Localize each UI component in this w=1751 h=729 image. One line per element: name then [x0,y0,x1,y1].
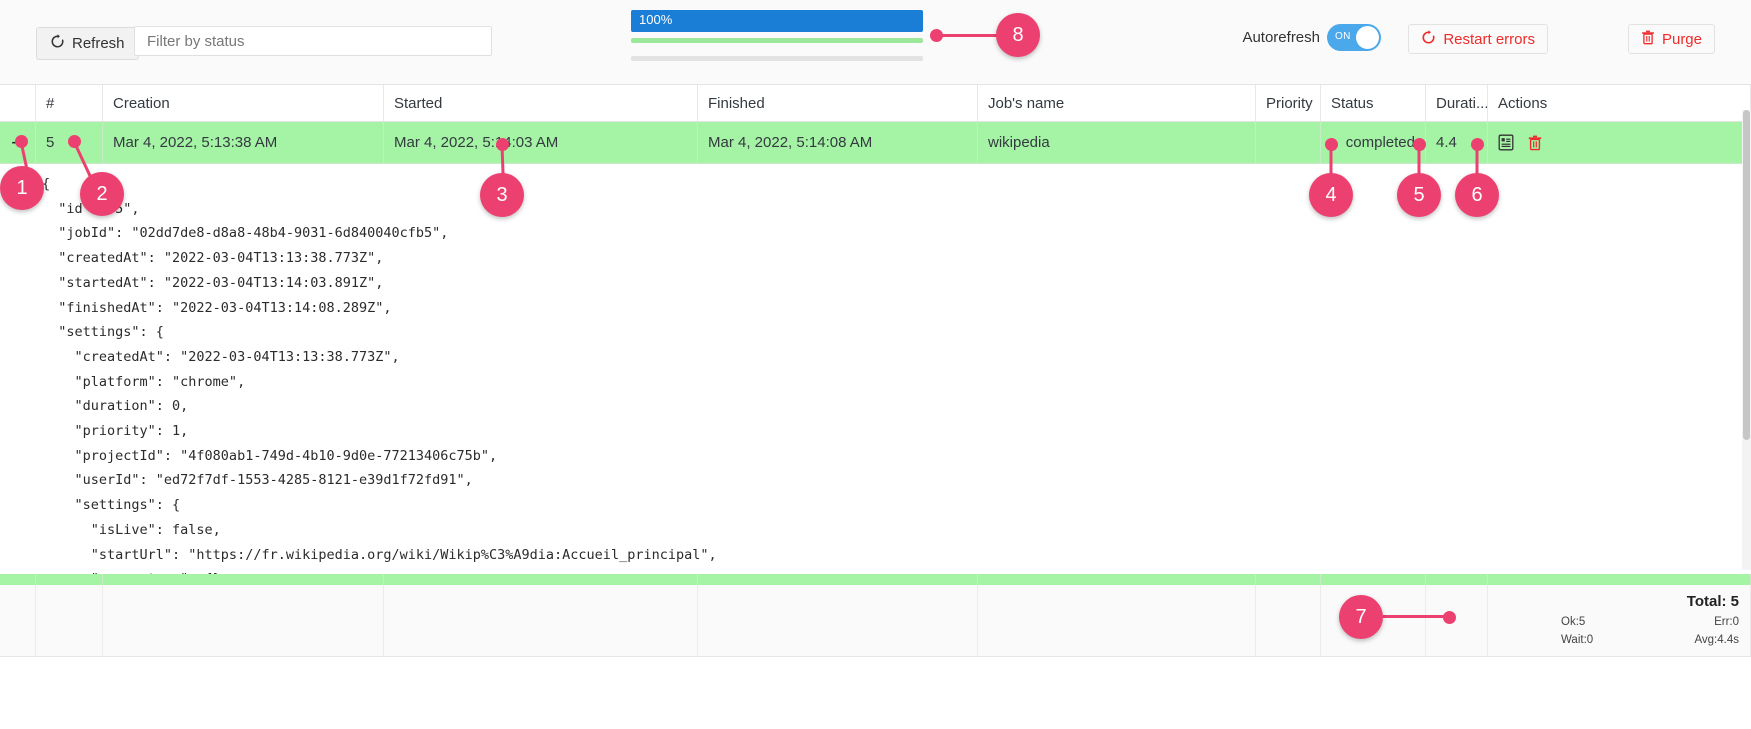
column-header-job-name[interactable]: Job's name [978,85,1256,121]
scrollbar-thumb[interactable] [1743,110,1750,440]
purge-button[interactable]: Purge [1627,24,1715,54]
column-header-duration[interactable]: Durati... [1426,85,1488,121]
column-header-finished[interactable]: Finished [698,85,978,121]
annotation-marker-1: 1 [0,166,44,210]
column-header-actions: Actions [1488,85,1751,121]
progress-bar: 100% [631,10,923,32]
cell-actions [1488,122,1751,163]
autorefresh-toggle-state: ON [1335,31,1351,42]
trash-icon [1641,30,1655,49]
footer-cell-started [384,585,698,656]
cell-finished: Mar 4, 2022, 5:14:08 AM [698,122,978,163]
annotation-leader-7 [1383,615,1447,618]
cell-job-name: wikipedia [978,122,1256,163]
footer-cell-finished [698,585,978,656]
autorefresh-label: Autorefresh [1242,29,1320,46]
progress-bar-track [631,56,923,61]
column-header-priority[interactable]: Priority [1256,85,1321,121]
footer-cell-expand [0,585,36,656]
column-header-status[interactable]: Status [1321,85,1426,121]
job-detail-json: { "id": "5", "jobId": "02dd7de8-d8a8-48b… [42,176,717,574]
stats-wait: Wait:0 [1561,634,1594,647]
stats-ok: Ok:5 [1561,616,1586,629]
cell-creation: Mar 4, 2022, 5:13:38 AM [103,122,384,163]
column-header-creation[interactable]: Creation [103,85,384,121]
refresh-button[interactable]: Refresh [36,27,139,60]
refresh-icon [1421,29,1436,49]
refresh-icon [50,34,65,53]
jobs-table: # Creation Started Finished Job's name P… [0,85,1751,164]
cell-priority [1256,122,1321,163]
restart-errors-label: Restart errors [1443,30,1535,48]
annotation-marker-6: 6 [1455,173,1499,217]
annotation-marker-5: 5 [1397,173,1441,217]
table-footer-row [0,585,1751,657]
toggle-knob [1356,26,1379,49]
delete-icon[interactable] [1528,135,1542,151]
column-header-started[interactable]: Started [384,85,698,121]
stats-avg: Avg:4.4s [1694,634,1739,647]
column-header-number[interactable]: # [36,85,103,121]
progress-section: 100% [631,10,923,61]
job-detail-panel: { "id": "5", "jobId": "02dd7de8-d8a8-48b… [0,164,1751,574]
progress-bar-success [631,38,923,43]
annotation-marker-3: 3 [480,173,524,217]
annotation-marker-8: 8 [996,13,1040,57]
row-bottom-border [0,574,1751,585]
refresh-button-label: Refresh [72,35,125,52]
footer-cell-number [36,585,103,656]
progress-percent-label: 100% [639,12,673,27]
footer-cell-job-name [978,585,1256,656]
footer-cell-duration [1426,585,1488,656]
annotation-leader-8 [936,34,1000,37]
detail-icon[interactable] [1498,134,1514,151]
stats-total: Total: 5 [1686,593,1739,610]
column-header-expand [0,85,36,121]
footer-cell-creation [103,585,384,656]
job-queue-page: Refresh 100% Autorefresh ON Restart err [0,0,1751,729]
vertical-scrollbar[interactable] [1742,110,1751,570]
stats-err: Err:0 [1714,616,1739,629]
cell-started: Mar 4, 2022, 5:14:03 AM [384,122,698,163]
autorefresh-toggle[interactable]: ON [1327,24,1381,51]
restart-errors-button[interactable]: Restart errors [1408,24,1548,54]
annotation-marker-4: 4 [1309,173,1353,217]
progress-bar-fill [631,10,923,32]
table-header-row: # Creation Started Finished Job's name P… [0,85,1751,122]
footer-cell-priority [1256,585,1321,656]
purge-label: Purge [1661,30,1702,48]
status-filter-input[interactable] [134,26,492,56]
annotation-marker-2: 2 [80,172,124,216]
summary-stats: Total: 5 Ok:5 Err:0 Wait:0 Avg:4.4s [1561,590,1739,650]
toolbar: Refresh 100% Autorefresh ON Restart err [0,0,1751,85]
table-row[interactable]: − 5 Mar 4, 2022, 5:13:38 AM Mar 4, 2022,… [0,122,1751,164]
annotation-marker-7: 7 [1339,595,1383,639]
